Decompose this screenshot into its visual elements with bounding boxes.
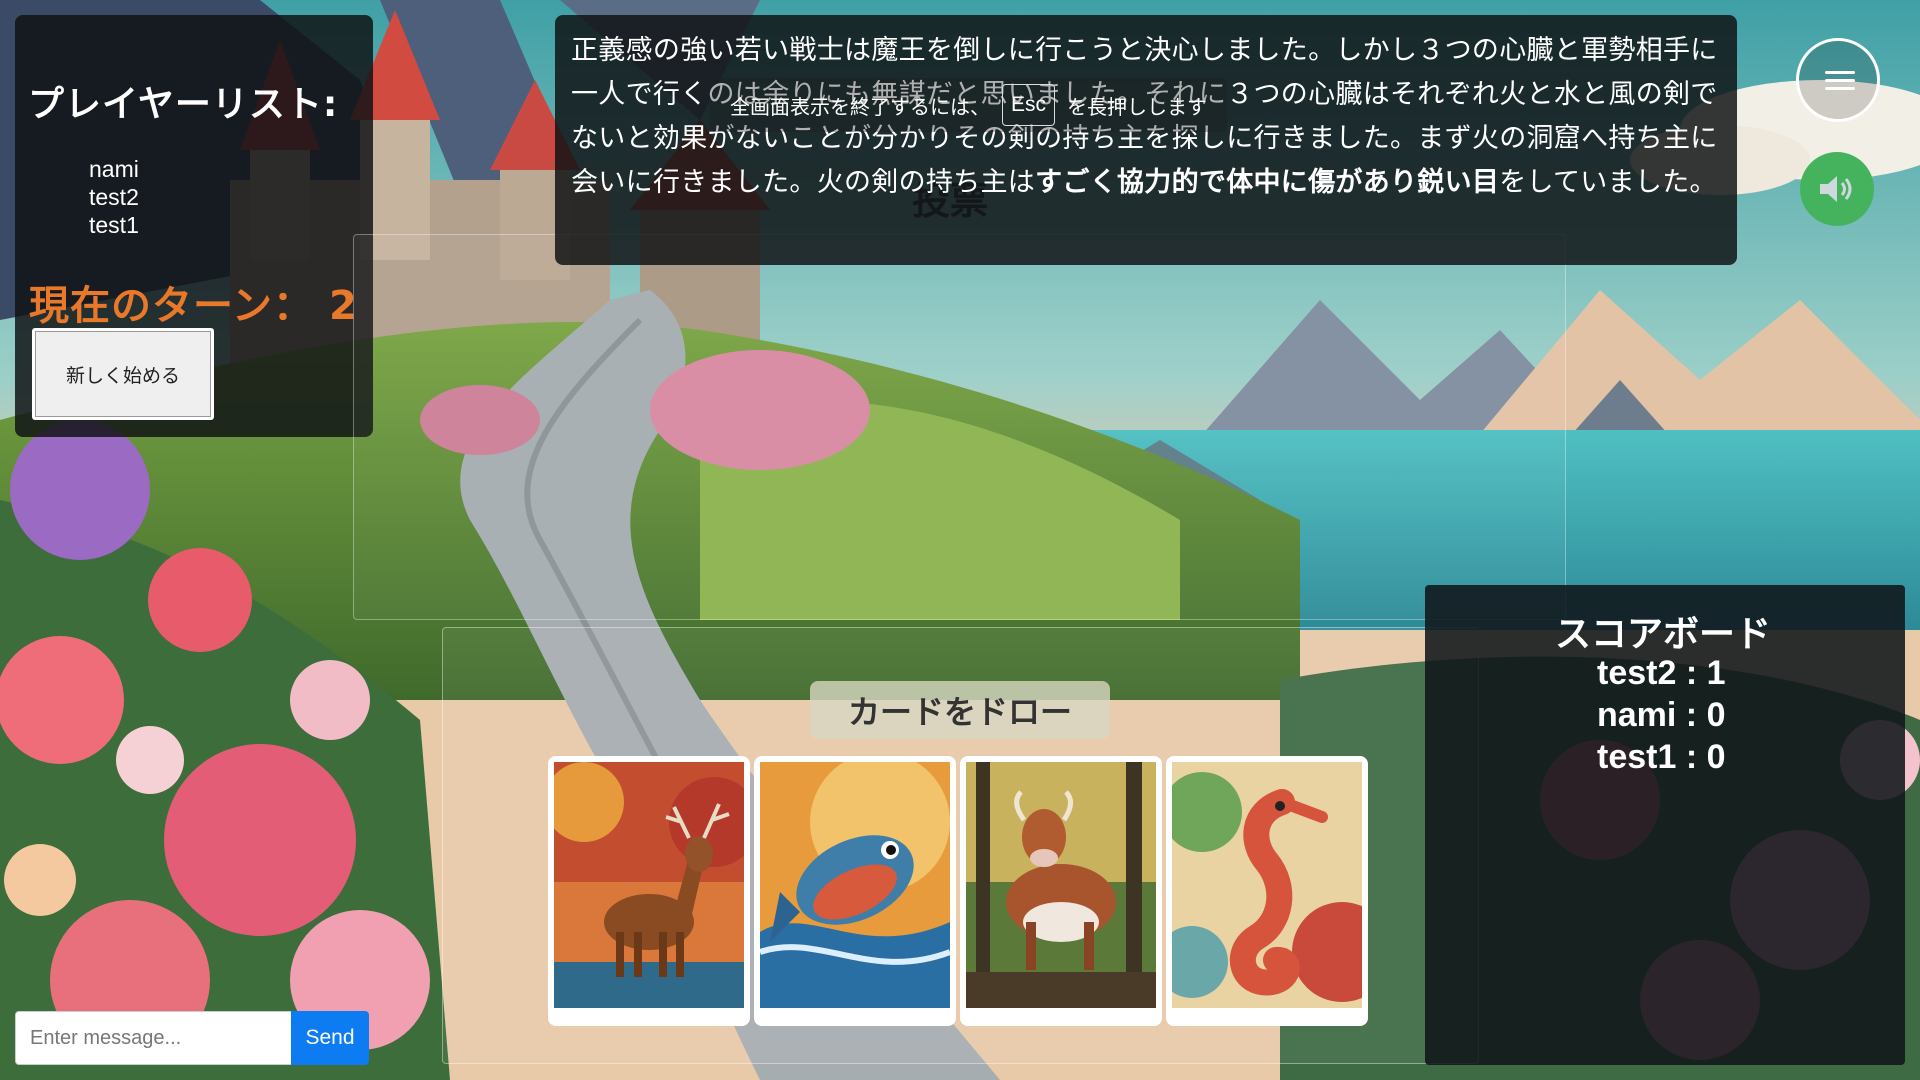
- menu-button[interactable]: [1796, 38, 1880, 122]
- scoreboard: スコアボード test2 : 1 nami : 0 test1 : 0: [1425, 585, 1905, 1065]
- score-entry: test2 : 1: [1597, 654, 1726, 692]
- card-seahorse[interactable]: [1166, 756, 1368, 1026]
- seahorse-illustration: [1172, 762, 1362, 1008]
- score-list: test2 : 1 nami : 0 test1 : 0: [1597, 652, 1726, 778]
- score-entry: nami : 0: [1597, 696, 1726, 734]
- story-text-bold: すごく協力的で体中に傷があり鋭い目: [1035, 167, 1500, 198]
- player-name: test2: [89, 184, 139, 210]
- player-name: test1: [89, 212, 139, 238]
- esc-key: Esc: [1002, 84, 1056, 126]
- scoreboard-title: スコアボード: [1555, 614, 1772, 655]
- fish-illustration: [760, 762, 950, 1008]
- fullscreen-exit-hint: 全画面表示を終了するには、 Esc を長押しします: [710, 78, 1228, 132]
- hamburger-menu-icon: [1825, 87, 1855, 90]
- sound-toggle-button[interactable]: [1800, 152, 1874, 226]
- send-button[interactable]: Send: [291, 1011, 369, 1065]
- hamburger-menu-icon: [1825, 71, 1855, 74]
- chat-message-input[interactable]: [15, 1011, 291, 1065]
- story-text-part2: をしていました。: [1499, 167, 1717, 198]
- story-panel: 正義感の強い若い戦士は魔王を倒しに行こうと決心しました。しかし３つの心臓と軍勢相…: [555, 15, 1737, 265]
- current-turn-label: 現在のターン：: [29, 283, 314, 329]
- hamburger-menu-icon: [1825, 79, 1855, 82]
- vote-area[interactable]: [353, 234, 1566, 620]
- deer-illustration: [554, 762, 744, 1008]
- card-fish[interactable]: [754, 756, 956, 1026]
- player-list-title: プレイヤーリスト:: [28, 84, 339, 125]
- card-deer[interactable]: [548, 756, 750, 1026]
- fullscreen-hint-suffix: を長押しします: [1067, 94, 1208, 119]
- player-name: nami: [89, 156, 139, 182]
- fullscreen-hint-prefix: 全画面表示を終了するには、: [730, 94, 990, 119]
- card-cow[interactable]: [960, 756, 1162, 1026]
- score-entry: test1 : 0: [1597, 738, 1726, 776]
- current-turn: 現在のターン： 2: [29, 273, 358, 331]
- draw-card-button[interactable]: カードをドロー: [810, 681, 1110, 739]
- new-game-button[interactable]: 新しく始める: [32, 328, 214, 420]
- speaker-icon: [1820, 176, 1852, 202]
- player-list: nami test2 test1: [89, 155, 139, 239]
- player-panel: プレイヤーリスト: nami test2 test1 現在のターン： 2 新しく…: [15, 15, 373, 437]
- cow-illustration: [966, 762, 1156, 1008]
